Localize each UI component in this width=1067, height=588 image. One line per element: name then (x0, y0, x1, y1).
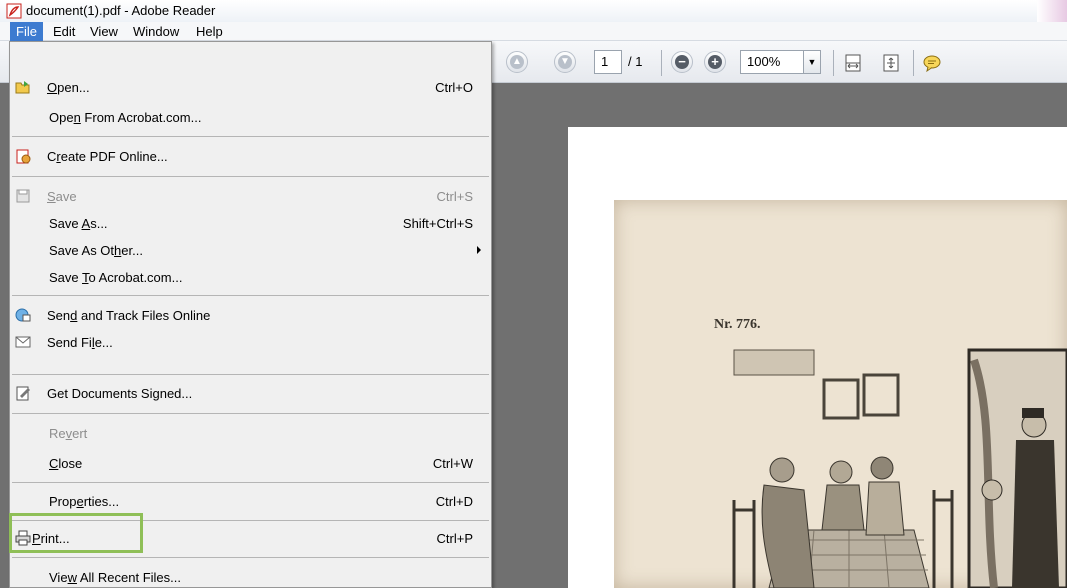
menu-item-save-as-other[interactable]: Save As Other... (12, 239, 489, 262)
menu-item-close[interactable]: Close Ctrl+W (12, 452, 489, 475)
menu-edit[interactable]: Edit (47, 22, 81, 41)
menu-item-view-all-recent-files[interactable]: View All Recent Files... (12, 566, 489, 588)
menu-view[interactable]: View (84, 22, 124, 41)
create-pdf-icon (16, 149, 31, 164)
title-bar: document(1).pdf - Adobe Reader (0, 0, 1067, 22)
menu-bar: File Edit View Window Help (0, 22, 1067, 41)
menu-help[interactable]: Help (190, 22, 229, 41)
menu-window[interactable]: Window (127, 22, 185, 41)
adobe-reader-icon (6, 3, 22, 19)
next-page-icon: ▼ (558, 55, 572, 69)
menu-item-open-from-acrobat[interactable]: Open From Acrobat.com... (12, 106, 489, 129)
submenu-arrow-icon (477, 246, 481, 254)
menu-item-get-documents-signed[interactable]: Get Documents Signed... (12, 382, 489, 405)
menu-item-label: Close (49, 456, 83, 471)
menu-separator (12, 374, 489, 375)
menu-item-send-and-track[interactable]: Send and Track Files Online (12, 304, 489, 327)
menu-item-label: Send and Track Files Online (47, 308, 211, 323)
zoom-level-input[interactable]: 100% (740, 50, 804, 74)
fit-width-icon[interactable] (843, 53, 863, 73)
menu-item-label: Save To Acrobat.com... (49, 270, 183, 285)
menu-item-save[interactable]: Save Ctrl+S (12, 185, 489, 208)
window-title: document(1).pdf - Adobe Reader (26, 3, 216, 18)
menu-separator (12, 176, 489, 177)
menu-item-label: Save As Other... (49, 243, 143, 258)
menu-item-label: Properties... (49, 494, 120, 509)
zoom-in-button[interactable]: + (704, 51, 726, 73)
save-icon (16, 189, 30, 203)
menu-file[interactable]: File (10, 22, 43, 41)
menu-item-label: Save (47, 189, 77, 204)
illustration-drawing (732, 348, 1067, 588)
menu-item-label: Open... (47, 80, 90, 95)
zoom-out-button[interactable]: − (671, 51, 693, 73)
zoom-out-icon: − (675, 55, 689, 69)
envelope-icon (15, 336, 31, 348)
menu-item-revert[interactable]: Revert (12, 422, 489, 445)
menu-item-label: Send File... (47, 335, 113, 350)
toolbar-separator (913, 50, 914, 76)
menu-item-label: Create PDF Online... (47, 149, 168, 164)
scanned-illustration: Nr. 776. (614, 200, 1067, 588)
sign-document-icon (16, 386, 30, 401)
previous-page-button[interactable]: ▲ (506, 51, 528, 73)
menu-item-open[interactable]: Open... Ctrl+O (12, 76, 489, 99)
menu-item-shortcut: Ctrl+P (436, 531, 473, 546)
menu-item-label: Get Documents Signed... (47, 386, 193, 401)
menu-item-label: Revert (49, 426, 88, 441)
page-number-input[interactable]: 1 (594, 50, 622, 74)
comment-icon[interactable] (922, 53, 942, 73)
toolbar-separator (661, 50, 662, 76)
open-folder-icon (15, 81, 30, 94)
menu-item-shortcut: Ctrl+W (432, 456, 473, 471)
fit-page-icon[interactable] (881, 53, 901, 73)
next-page-button[interactable]: ▼ (554, 51, 576, 73)
file-menu: Open... Ctrl+O Open From Acrobat.com... … (9, 41, 492, 588)
menu-item-save-as[interactable]: Save As... Shift+Ctrl+S (12, 212, 489, 235)
menu-separator (12, 136, 489, 137)
prev-page-icon: ▲ (510, 55, 524, 69)
zoom-dropdown-button[interactable]: ▼ (803, 50, 821, 74)
menu-separator (12, 413, 489, 414)
menu-item-save-to-acrobat[interactable]: Save To Acrobat.com... (12, 266, 489, 289)
zoom-in-icon: + (708, 55, 722, 69)
title-bar-corner (1037, 0, 1067, 22)
menu-separator (12, 557, 489, 558)
menu-item-label: View All Recent Files... (49, 570, 181, 585)
menu-item-shortcut: Shift+Ctrl+S (402, 216, 473, 231)
chevron-down-icon: ▼ (807, 57, 817, 67)
menu-item-shortcut: Ctrl+S (436, 189, 473, 204)
menu-item-label: Open From Acrobat.com... (49, 110, 202, 125)
menu-item-shortcut: Ctrl+D (435, 494, 473, 509)
menu-item-shortcut: Ctrl+O (435, 80, 473, 95)
toolbar-separator (833, 50, 834, 76)
print-highlight-box (9, 513, 143, 553)
send-track-icon (15, 308, 31, 322)
menu-item-label: Save As... (49, 216, 108, 231)
menu-separator (12, 482, 489, 483)
menu-separator (12, 295, 489, 296)
menu-item-send-file[interactable]: Send File... (12, 331, 489, 354)
menu-item-create-pdf-online[interactable]: Create PDF Online... (12, 145, 489, 168)
page-total: / 1 (628, 54, 643, 69)
menu-item-properties[interactable]: Properties... Ctrl+D (12, 490, 489, 513)
